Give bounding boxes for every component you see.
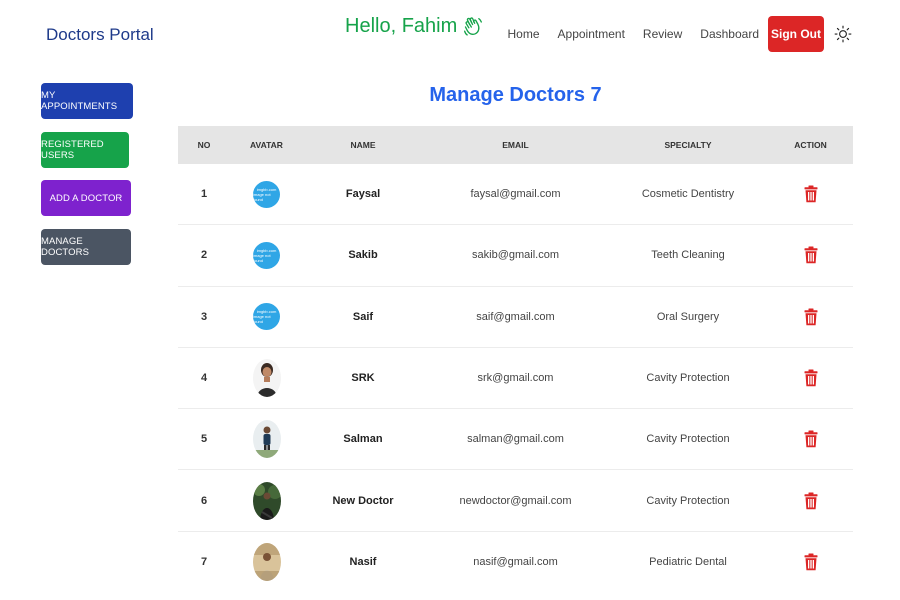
nav-dashboard[interactable]: Dashboard <box>700 16 759 52</box>
cell-email: nasif@gmail.com <box>473 556 558 569</box>
cell-avatar: imgbb.com image not found <box>230 180 303 208</box>
cell-name: SRK <box>351 372 375 385</box>
trash-icon[interactable] <box>804 308 818 326</box>
sidebar-item-registered-users[interactable]: REGISTERED USERS <box>41 132 129 168</box>
cell-email: sakib@gmail.com <box>472 249 559 262</box>
table-row: 3 imgbb.com image not found Saif saif@gmail.… <box>178 287 853 348</box>
cell-no: 7 <box>200 556 208 569</box>
cell-action <box>768 246 853 264</box>
avatar: imgbb.com image not found <box>253 180 280 208</box>
cell-email: faysal@gmail.com <box>470 188 561 201</box>
table-row: 1 imgbb.com image not found Faysal faysal@gm… <box>178 164 853 226</box>
avatar <box>252 420 281 459</box>
cell-specialty: Teeth Cleaning <box>651 249 725 262</box>
sun-icon[interactable] <box>834 25 852 43</box>
trash-icon[interactable] <box>804 369 818 387</box>
cell-email: salman@gmail.com <box>467 433 564 446</box>
trash-icon[interactable] <box>804 246 818 264</box>
cell-action <box>768 369 853 387</box>
brand-logo[interactable]: Doctors Portal <box>46 25 154 45</box>
column-header-action: ACTION <box>794 140 827 150</box>
table-row: 2 imgbb.com image not found Sakib sakib@gmai… <box>178 225 853 287</box>
cell-avatar <box>230 481 303 520</box>
cell-no: 4 <box>200 372 208 385</box>
nav-appointment[interactable]: Appointment <box>558 16 625 52</box>
table-row: 5 Salman salman@gmail.com Cavity Protection <box>178 409 853 471</box>
cell-action <box>768 430 853 448</box>
table-row: 4 SRK srk@gmail.com Cavity Protection <box>178 348 853 410</box>
greeting-text: Hello, Fahim <box>345 15 458 37</box>
column-header-avatar: AVATAR <box>250 140 283 150</box>
page-title: Manage Doctors 7 <box>429 84 602 106</box>
column-header-specialty: SPECIALTY <box>664 140 712 150</box>
sign-out-button[interactable]: Sign Out <box>768 16 824 52</box>
cell-email: newdoctor@gmail.com <box>459 494 572 507</box>
avatar <box>252 359 281 398</box>
cell-name: New Doctor <box>332 494 394 507</box>
cell-name: Nasif <box>349 556 377 569</box>
nav-review[interactable]: Review <box>643 16 682 52</box>
trash-icon[interactable] <box>804 430 818 448</box>
cell-no: 5 <box>200 433 208 446</box>
cell-email: srk@gmail.com <box>477 372 554 385</box>
greeting: Hello, Fahim <box>345 15 483 38</box>
cell-action <box>768 553 853 571</box>
column-header-no: NO <box>197 140 211 150</box>
cell-name: Saif <box>352 310 374 323</box>
page: Doctors Portal Hello, Fahim Home Appoint… <box>0 0 900 600</box>
trash-icon[interactable] <box>804 492 818 510</box>
cell-specialty: Cosmetic Dentistry <box>641 188 735 201</box>
table-header: NO AVATAR NAME EMAIL SPECIALTY ACTION <box>178 126 853 164</box>
cell-avatar: imgbb.com image not found <box>230 241 303 269</box>
nav-home[interactable]: Home <box>508 16 540 52</box>
avatar <box>252 543 281 582</box>
cell-no: 3 <box>200 310 208 323</box>
cell-avatar <box>230 420 303 459</box>
cell-action <box>768 185 853 203</box>
cell-specialty: Cavity Protection <box>646 433 730 446</box>
cell-email: saif@gmail.com <box>476 310 555 323</box>
cell-avatar <box>230 543 303 582</box>
cell-avatar <box>230 359 303 398</box>
trash-icon[interactable] <box>804 185 818 203</box>
sidebar-item-my-appointments[interactable]: MY APPOINTMENTS <box>41 83 133 119</box>
avatar-placeholder-line2: image not found <box>253 314 271 325</box>
cell-no: 6 <box>200 494 208 507</box>
cell-name: Sakib <box>348 249 378 262</box>
avatar <box>252 481 281 520</box>
cell-name: Salman <box>343 433 383 446</box>
avatar: imgbb.com image not found <box>253 303 280 331</box>
sidebar-item-manage-doctors[interactable]: MANAGE DOCTORS <box>41 229 131 265</box>
trash-icon[interactable] <box>804 553 818 571</box>
cell-avatar: imgbb.com image not found <box>230 303 303 331</box>
table-body: 1 imgbb.com image not found Faysal faysal@gm… <box>178 164 853 593</box>
avatar-placeholder-line2: image not found <box>253 252 271 263</box>
waving-hand-icon <box>464 16 483 36</box>
column-header-name: NAME <box>350 140 376 150</box>
table-row: 6 New Doctor newdoctor@gmail.com Cavity Pro… <box>178 470 853 532</box>
avatar-placeholder-line2: image not found <box>253 191 271 202</box>
cell-no: 2 <box>200 249 208 262</box>
cell-action <box>768 308 853 326</box>
cell-no: 1 <box>200 188 208 201</box>
avatar: imgbb.com image not found <box>253 241 280 269</box>
cell-name: Faysal <box>345 188 381 201</box>
sidebar-item-add-doctor[interactable]: ADD A DOCTOR <box>41 180 131 216</box>
cell-specialty: Oral Surgery <box>656 310 720 323</box>
top-nav: Home Appointment Review Dashboard Sign O… <box>508 16 852 52</box>
cell-action <box>768 492 853 510</box>
cell-specialty: Cavity Protection <box>646 494 730 507</box>
cell-specialty: Cavity Protection <box>646 372 730 385</box>
column-header-email: EMAIL <box>502 140 529 150</box>
cell-specialty: Pediatric Dental <box>649 556 727 569</box>
table-row: 7 Nasif nasif@gmail.com Pediatric Dental <box>178 532 853 593</box>
doctors-table: NO AVATAR NAME EMAIL SPECIALTY ACTION 1 i… <box>178 126 853 593</box>
